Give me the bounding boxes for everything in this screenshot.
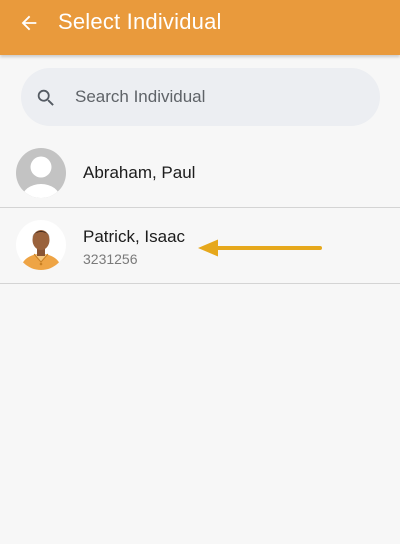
back-button[interactable]: [14, 8, 44, 38]
search-bar[interactable]: [21, 68, 380, 126]
default-avatar: [16, 148, 66, 198]
search-input[interactable]: [75, 85, 365, 109]
individual-id: 3231256: [83, 251, 138, 267]
page-title: Select Individual: [58, 9, 222, 34]
search-icon: [37, 89, 54, 106]
app-bar: Select Individual: [0, 0, 400, 55]
arrow-back-icon: [21, 15, 37, 31]
individual-name: Patrick, Isaac: [83, 227, 186, 246]
photo-avatar: [16, 220, 66, 270]
individual-name: Abraham, Paul: [83, 163, 196, 182]
list-item[interactable]: Abraham, Paul: [0, 138, 400, 208]
pointer-arrow-icon: [198, 239, 322, 257]
list-item[interactable]: Patrick, Isaac 3231256: [0, 208, 400, 284]
